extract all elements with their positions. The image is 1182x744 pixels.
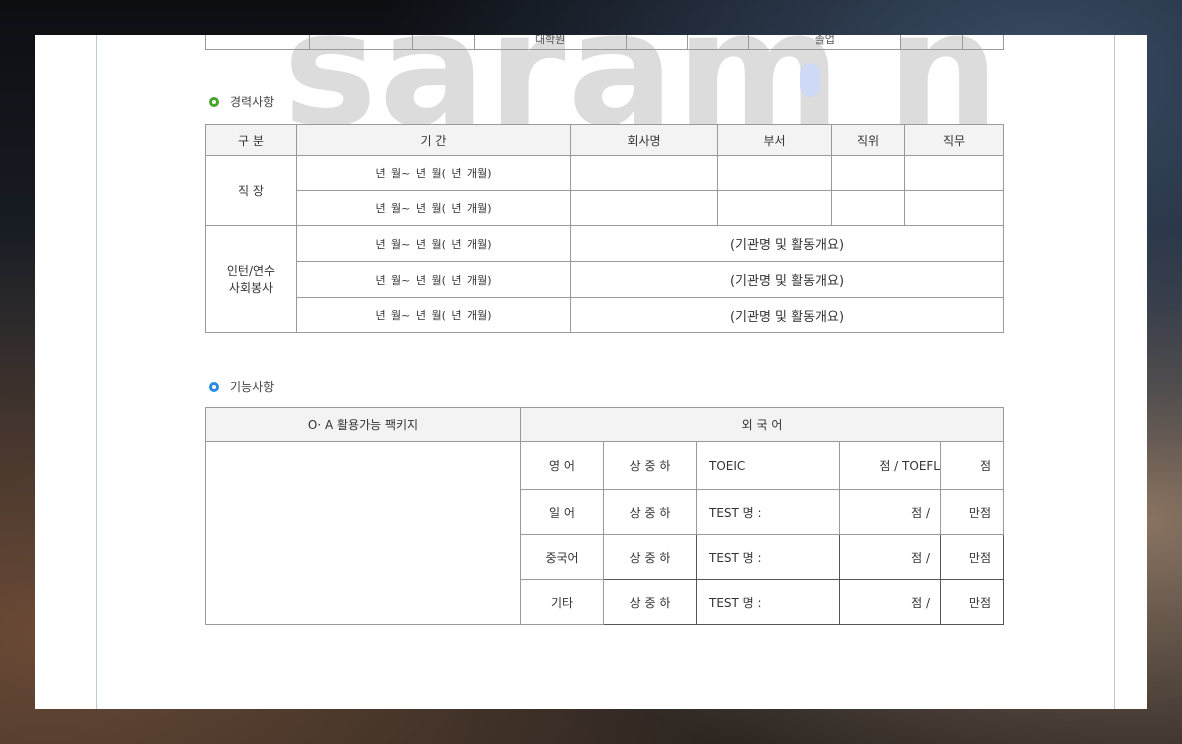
department-field[interactable]: [717, 155, 832, 191]
test-name[interactable]: TEST 명 :: [696, 579, 840, 625]
full-score-field[interactable]: 만점: [940, 489, 1004, 535]
position-field[interactable]: [831, 155, 905, 191]
full-score-field[interactable]: 점: [940, 441, 1004, 490]
period-field[interactable]: 년 월~ 년 월( 년 개월): [296, 297, 571, 333]
period-field[interactable]: 년 월~ 년 월( 년 개월): [296, 190, 571, 226]
language-label: 기타: [520, 579, 604, 625]
score-field[interactable]: 점 /: [839, 534, 941, 580]
activity-field[interactable]: (기관명 및 활동개요): [570, 261, 1004, 298]
period-field[interactable]: 년 월~ 년 월( 년 개월): [296, 225, 571, 262]
score-field[interactable]: 점 /: [839, 489, 941, 535]
company-field[interactable]: [570, 190, 718, 226]
level-selector[interactable]: 상 중 하: [603, 579, 697, 625]
level-selector[interactable]: 상 중 하: [603, 489, 697, 535]
test-name[interactable]: TEST 명 :: [696, 489, 840, 535]
duty-field[interactable]: [904, 190, 1004, 226]
page-margin-line-left: [96, 35, 97, 709]
workplace-label: 직 장: [205, 155, 297, 226]
watermark-dot: [800, 63, 820, 97]
duty-field[interactable]: [904, 155, 1004, 191]
period-field[interactable]: 년 월~ 년 월( 년 개월): [296, 155, 571, 191]
company-field[interactable]: [570, 155, 718, 191]
career-header-company: 회사명: [570, 124, 718, 156]
career-header-duty: 직무: [904, 124, 1004, 156]
level-selector[interactable]: 상 중 하: [603, 441, 697, 490]
career-header-category: 구 분: [205, 124, 297, 156]
language-label: 중국어: [520, 534, 604, 580]
skills-section-title: 기능사항: [210, 378, 274, 395]
score-field[interactable]: 점 /: [839, 579, 941, 625]
language-label: 영 어: [520, 441, 604, 490]
stub-cell-graduated: 졸업: [748, 35, 902, 50]
level-selector[interactable]: 상 중 하: [603, 534, 697, 580]
blue-circle-bullet-icon: [210, 382, 218, 391]
full-score-field[interactable]: 만점: [940, 579, 1004, 625]
career-table: 구 분 기 간 회사명 부서 직위 직무 직 장 년 월~ 년 월( 년 개월)…: [205, 124, 1004, 333]
period-field[interactable]: 년 월~ 년 월( 년 개월): [296, 261, 571, 298]
language-label: 일 어: [520, 489, 604, 535]
foreign-language-header: 외 국 어: [520, 407, 1004, 442]
document-page: saramn 대학원 졸업 경력사항 구 분 기 간 회사명 부서 직위 직무: [35, 35, 1147, 709]
oa-package-field[interactable]: [205, 441, 521, 625]
education-table-remnant: 대학원 졸업: [205, 35, 1005, 50]
activity-field[interactable]: (기관명 및 활동개요): [570, 225, 1004, 262]
score-field[interactable]: 점 / TOEFL: [839, 441, 941, 490]
career-header-position: 직위: [831, 124, 905, 156]
test-name: TOEIC: [696, 441, 840, 490]
oa-package-header: O· A 활용가능 팩키지: [205, 407, 521, 442]
page-margin-line-right: [1114, 35, 1115, 709]
green-circle-bullet-icon: [210, 97, 218, 106]
position-field[interactable]: [831, 190, 905, 226]
test-name[interactable]: TEST 명 :: [696, 534, 840, 580]
skills-table: O· A 활용가능 팩키지 외 국 어 영 어 상 중 하 TOEIC 점 / …: [205, 407, 1004, 625]
stub-cell-graduate: 대학원: [473, 35, 627, 50]
activity-field[interactable]: (기관명 및 활동개요): [570, 297, 1004, 333]
career-section-title: 경력사항: [210, 93, 274, 110]
department-field[interactable]: [717, 190, 832, 226]
career-header-period: 기 간: [296, 124, 571, 156]
career-header-department: 부서: [717, 124, 832, 156]
full-score-field[interactable]: 만점: [940, 534, 1004, 580]
intern-volunteer-label: 인턴/연수 사회봉사: [205, 225, 297, 333]
